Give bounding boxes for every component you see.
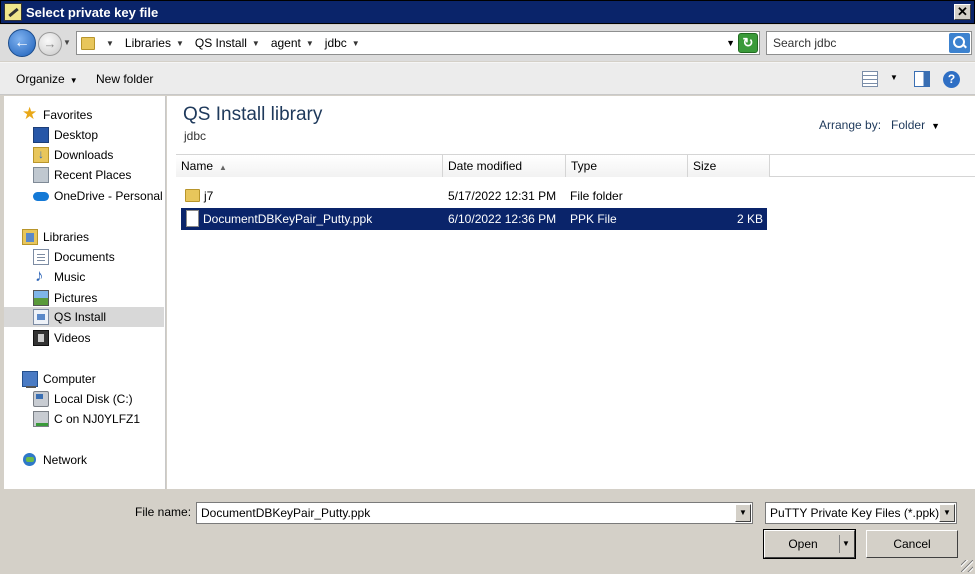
sidebar-item-pictures[interactable]: Pictures — [33, 288, 97, 308]
recent-pages-dropdown[interactable]: ▼ — [63, 38, 71, 47]
column-size[interactable]: Size — [688, 155, 770, 177]
file-icon — [186, 210, 199, 227]
organize-button[interactable]: Organize ▼ — [16, 72, 78, 86]
command-bar: Organize ▼ New folder ▼ ? — [0, 62, 975, 95]
address-bar[interactable]: ▼ Libraries ▼ QS Install ▼ agent ▼ jdbc ▼ ▼ — [76, 31, 760, 55]
sidebar-item-music[interactable]: Music — [33, 266, 85, 287]
sidebar-item-favorites[interactable]: Favorites — [22, 104, 92, 125]
file-type: File folder — [570, 189, 623, 203]
window-title: Select private key file — [26, 4, 159, 20]
file-name: DocumentDBKeyPair_Putty.ppk — [203, 212, 373, 226]
new-folder-button[interactable]: New folder — [96, 72, 153, 86]
column-header: Name ▲ Date modified Type Size — [176, 154, 975, 177]
column-type[interactable]: Type — [566, 155, 688, 177]
sidebar-item-videos[interactable]: Videos — [33, 328, 90, 348]
sidebar-item-libraries[interactable]: Libraries — [22, 227, 89, 247]
desktop-icon — [33, 127, 49, 143]
sidebar-item-downloads[interactable]: Downloads — [33, 145, 113, 165]
view-list-icon[interactable] — [862, 71, 878, 87]
file-list-pane: QS Install library jdbc Arrange by: Folde… — [167, 96, 975, 489]
view-dropdown[interactable]: ▼ — [890, 73, 898, 82]
sidebar-item-local-disk[interactable]: Local Disk (C:) — [33, 389, 133, 409]
open-split-dropdown-icon[interactable]: ▼ — [839, 535, 852, 553]
sidebar-item-qs-install[interactable]: QS Install — [4, 307, 164, 327]
file-type-dropdown-icon[interactable]: ▼ — [939, 504, 955, 522]
folder-icon — [185, 189, 200, 202]
breadcrumb-agent[interactable]: agent ▼ — [271, 36, 319, 50]
file-date: 6/10/2022 12:36 PM — [448, 212, 557, 226]
search-icon[interactable] — [949, 33, 970, 53]
file-date: 5/17/2022 12:31 PM — [448, 189, 557, 203]
forward-button[interactable]: → — [38, 32, 62, 56]
file-name-label: File name: — [135, 505, 192, 519]
navigation-pane: Favorites Desktop Downloads Recent Place… — [4, 96, 166, 489]
file-name-dropdown-icon[interactable]: ▼ — [735, 504, 751, 522]
file-name-input[interactable]: DocumentDBKeyPair_Putty.ppk ▼ — [196, 502, 753, 524]
breadcrumb-qs-install[interactable]: QS Install ▼ — [195, 36, 265, 50]
folder-icon — [81, 36, 95, 50]
recent-places-icon — [33, 167, 49, 183]
sidebar-item-recent-places[interactable]: Recent Places — [33, 165, 131, 185]
star-icon — [22, 104, 38, 124]
column-name[interactable]: Name ▲ — [176, 155, 443, 177]
file-size: 2 KB — [736, 212, 763, 226]
table-row-selected[interactable]: DocumentDBKeyPair_Putty.ppk 6/10/2022 12… — [181, 208, 767, 230]
chevron-right-icon[interactable]: ▼ — [106, 39, 114, 48]
music-icon — [33, 266, 49, 286]
sidebar-item-network-drive[interactable]: C on NJ0YLFZ1 — [33, 409, 140, 429]
cancel-button[interactable]: Cancel — [866, 530, 958, 558]
column-date-modified[interactable]: Date modified — [443, 155, 566, 177]
arrange-by-dropdown[interactable]: Folder ▼ — [891, 118, 940, 132]
address-row: ← → ▼ ▼ Libraries ▼ QS Install ▼ agent ▼ jd… — [0, 25, 975, 61]
sidebar-item-network[interactable]: Network — [22, 450, 87, 470]
sidebar-item-computer[interactable]: Computer — [22, 369, 96, 389]
sidebar-item-documents[interactable]: Documents — [33, 247, 115, 267]
preview-pane-icon[interactable] — [914, 71, 930, 87]
key-icon — [4, 3, 22, 21]
file-type-select[interactable]: PuTTY Private Key Files (*.ppk) ▼ — [765, 502, 957, 524]
sidebar-item-onedrive[interactable]: OneDrive - Personal — [33, 186, 163, 206]
search-input[interactable]: Search jdbc — [766, 31, 972, 55]
documents-icon — [33, 249, 49, 265]
arrange-by: Arrange by: Folder ▼ — [819, 118, 940, 132]
resize-grip-icon[interactable] — [961, 560, 973, 572]
onedrive-icon — [33, 188, 49, 204]
libraries-icon — [22, 229, 38, 245]
breadcrumb-jdbc[interactable]: jdbc ▼ — [325, 36, 365, 50]
breadcrumb-libraries[interactable]: Libraries ▼ — [125, 36, 189, 50]
open-button[interactable]: Open ▼ — [764, 530, 855, 558]
sidebar-item-desktop[interactable]: Desktop — [33, 125, 98, 145]
library-title: QS Install library — [183, 104, 323, 125]
refresh-icon[interactable]: ↻ — [738, 33, 758, 53]
sort-ascending-icon: ▲ — [219, 163, 227, 172]
back-button[interactable]: ← — [8, 29, 36, 57]
library-icon — [33, 309, 49, 325]
close-button[interactable]: ✕ — [954, 4, 971, 20]
network-drive-icon — [33, 411, 49, 427]
videos-icon — [33, 330, 49, 346]
pictures-icon — [33, 290, 49, 306]
disk-icon — [33, 391, 49, 407]
file-type: PPK File — [570, 212, 617, 226]
network-icon — [22, 452, 38, 468]
footer: File name: DocumentDBKeyPair_Putty.ppk ▼… — [0, 489, 975, 574]
help-icon[interactable]: ? — [943, 71, 960, 88]
title-bar: Select private key file ✕ — [0, 0, 975, 24]
table-row[interactable]: j7 5/17/2022 12:31 PM File folder — [181, 185, 767, 207]
address-dropdown[interactable]: ▼ — [726, 38, 735, 48]
file-name: j7 — [204, 189, 214, 203]
downloads-icon — [33, 147, 49, 163]
library-subtitle: jdbc — [184, 129, 207, 143]
computer-icon — [22, 371, 38, 388]
